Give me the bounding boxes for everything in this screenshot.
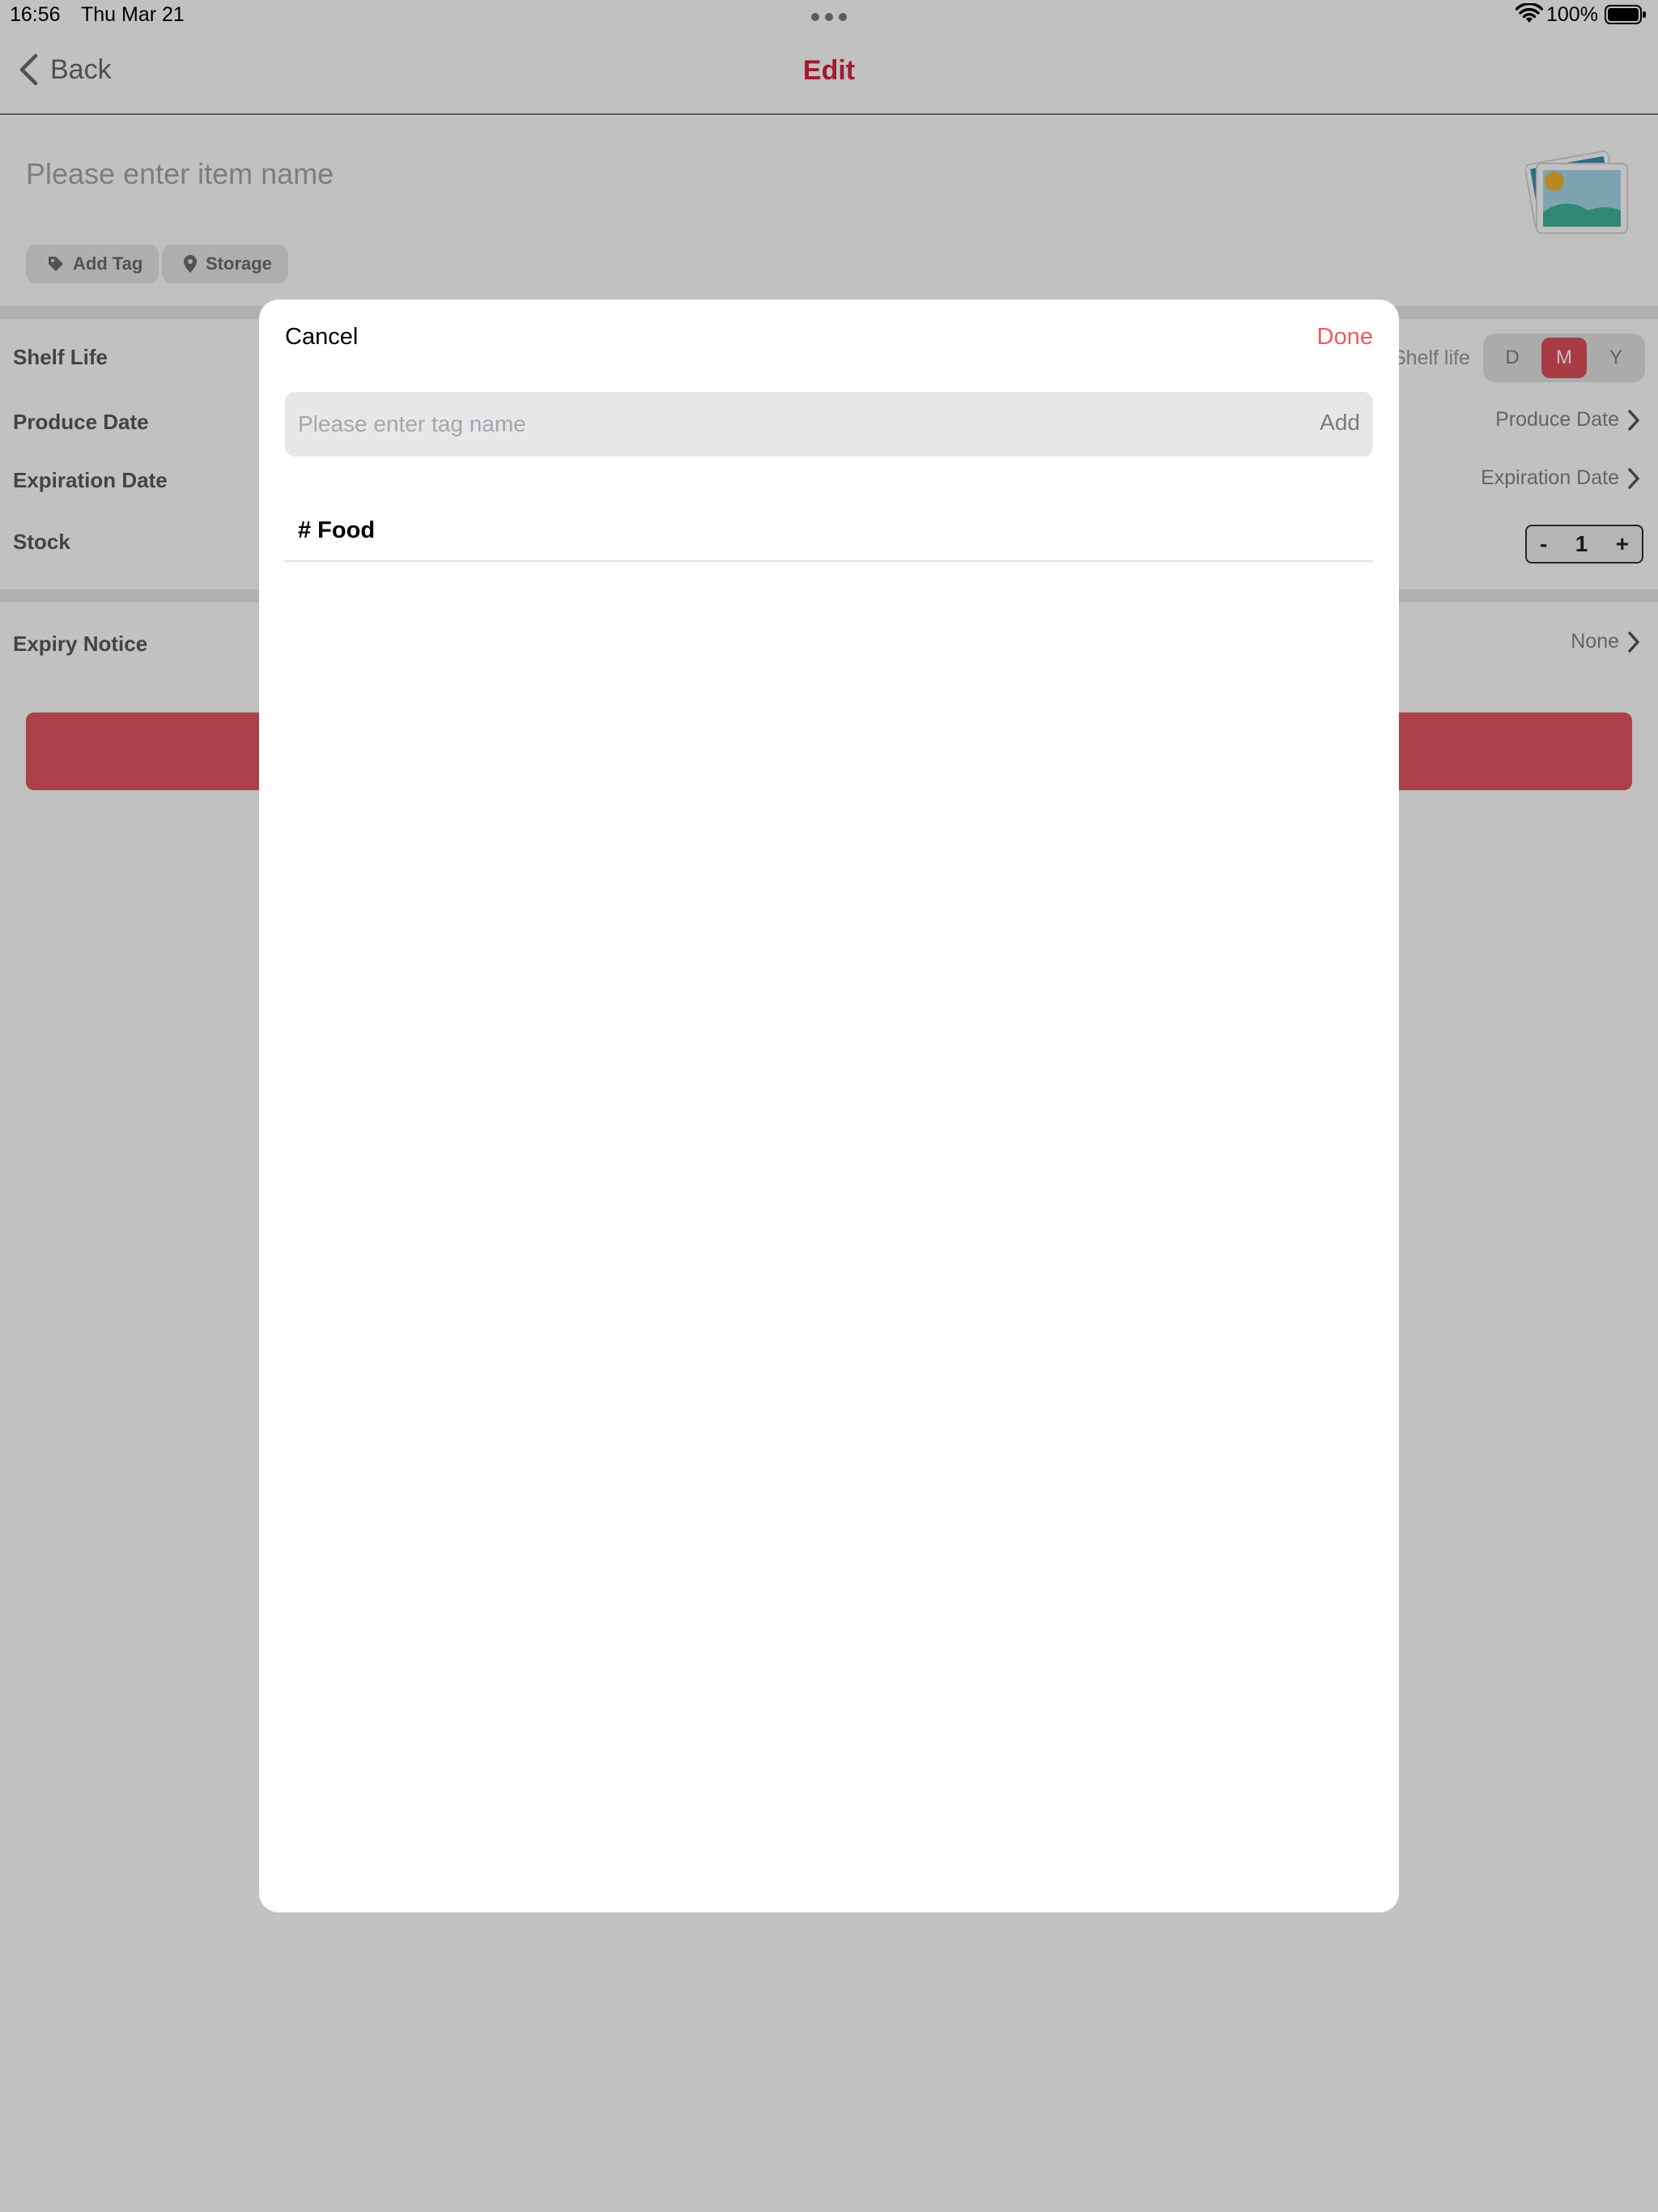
done-button[interactable]: Done bbox=[1317, 324, 1373, 351]
tag-list-item[interactable]: # Food bbox=[285, 500, 1373, 562]
tag-name-field: Add bbox=[285, 392, 1373, 457]
add-tag-confirm-button[interactable]: Add bbox=[1320, 410, 1360, 436]
tag-picker-sheet: Cancel Done Add # Food bbox=[259, 300, 1399, 1912]
tag-name-input[interactable] bbox=[298, 392, 1237, 457]
tag-list: # Food bbox=[285, 500, 1373, 562]
cancel-button[interactable]: Cancel bbox=[285, 324, 358, 351]
